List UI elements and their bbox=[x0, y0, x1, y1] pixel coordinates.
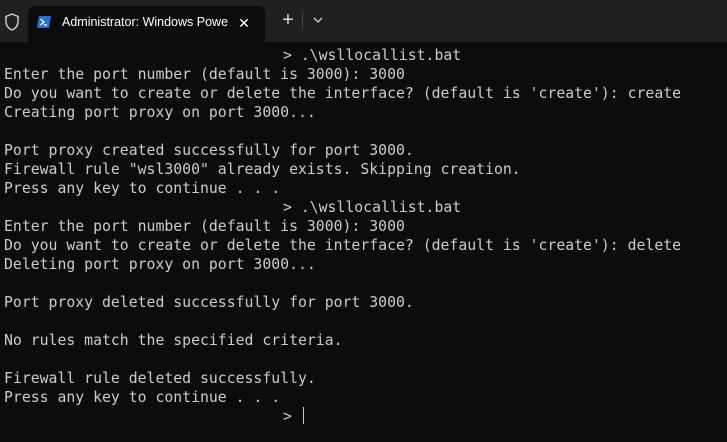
tab-divider bbox=[302, 13, 303, 29]
console-line: Deleting port proxy on port 3000... bbox=[4, 256, 316, 273]
prompt-text: > bbox=[283, 408, 301, 425]
console-line: Enter the port number (default is 3000):… bbox=[4, 218, 405, 235]
console-line: > .\wsllocallist.bat bbox=[283, 199, 462, 216]
console-line: Enter the port number (default is 3000):… bbox=[4, 66, 405, 83]
console-line: Port proxy deleted successfully for port… bbox=[4, 294, 414, 311]
console-line: No rules match the specified criteria. bbox=[4, 332, 343, 349]
tab-powershell[interactable]: Administrator: Windows Powe ✕ bbox=[28, 6, 265, 42]
console-line: Firewall rule "wsl3000" already exists. … bbox=[4, 161, 521, 178]
console-line: Creating port proxy on port 3000... bbox=[4, 104, 316, 121]
shield-icon bbox=[5, 13, 19, 31]
console-line: Press any key to continue . . . bbox=[4, 389, 281, 406]
powershell-icon bbox=[37, 16, 51, 28]
close-icon[interactable]: ✕ bbox=[236, 15, 252, 31]
tab-title: Administrator: Windows Powe bbox=[62, 15, 229, 29]
title-bar: Administrator: Windows Powe ✕ + bbox=[0, 0, 727, 42]
text-cursor bbox=[302, 407, 304, 424]
terminal-window: Administrator: Windows Powe ✕ + > .\wsll… bbox=[0, 0, 727, 442]
chevron-down-icon[interactable] bbox=[311, 13, 325, 27]
console-output[interactable]: > .\wsllocallist.bat Enter the port numb… bbox=[4, 46, 724, 438]
console-line: Firewall rule deleted successfully. bbox=[4, 370, 316, 387]
console-line: Port proxy created successfully for port… bbox=[4, 142, 414, 159]
console-line: Do you want to create or delete the inte… bbox=[4, 237, 682, 254]
console-line: > .\wsllocallist.bat bbox=[283, 47, 462, 64]
console-line: Press any key to continue . . . bbox=[4, 180, 281, 197]
console-line: Do you want to create or delete the inte… bbox=[4, 85, 682, 102]
plus-icon[interactable]: + bbox=[280, 10, 296, 30]
console-prompt[interactable]: > bbox=[4, 407, 724, 426]
